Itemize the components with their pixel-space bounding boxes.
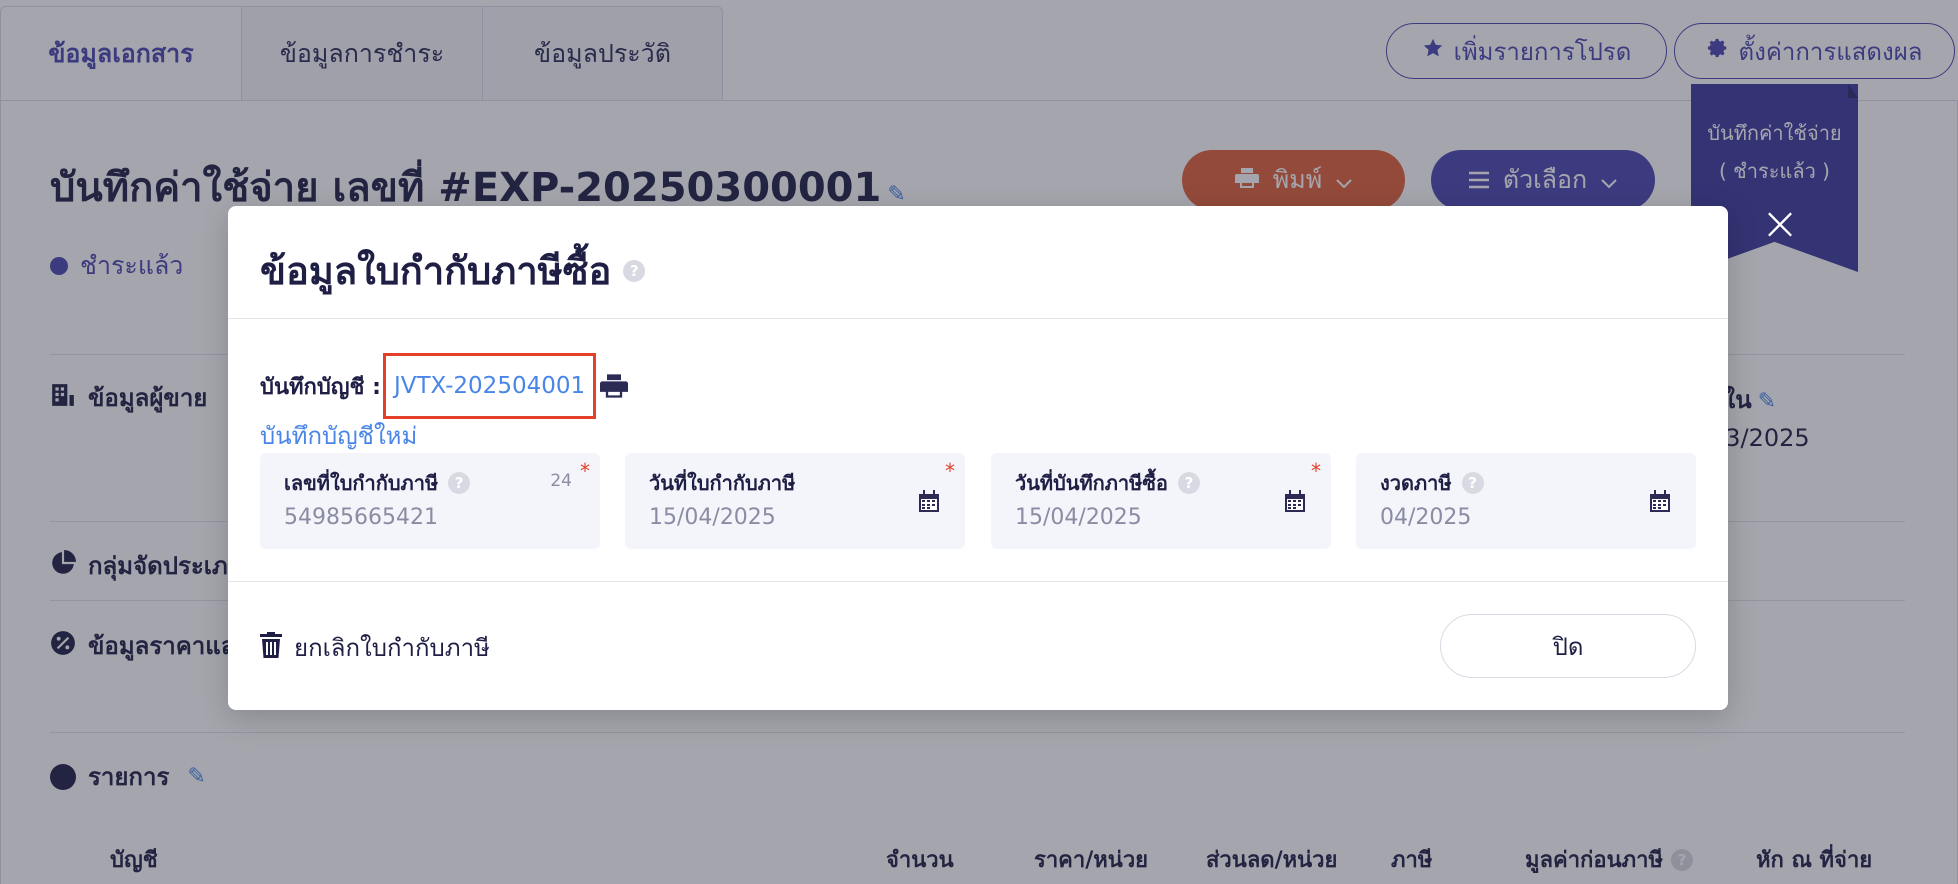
- cancel-tax-invoice-button[interactable]: ยกเลิกใบกำกับภาษี: [260, 628, 490, 667]
- modal-title: ข้อมูลใบกำกับภาษีซื้อ ?: [260, 240, 646, 301]
- help-icon[interactable]: ?: [448, 472, 471, 494]
- tax-invoice-number-value[interactable]: 54985665421: [284, 505, 438, 530]
- new-accounting-record-link[interactable]: บันทึกบัญชีใหม่: [260, 416, 417, 455]
- help-icon[interactable]: ?: [1177, 472, 1200, 494]
- calendar-icon[interactable]: [1650, 490, 1670, 516]
- divider: [228, 581, 1728, 582]
- calendar-icon[interactable]: [919, 490, 939, 516]
- tax-invoice-date-value[interactable]: 15/04/2025: [649, 505, 776, 530]
- tax-invoice-date-label-text: วันที่ใบกำกับภาษี: [649, 471, 796, 495]
- close-icon[interactable]: ×: [1760, 200, 1800, 246]
- divider: [228, 318, 1728, 319]
- tax-period-label-text: งวดภาษี: [1380, 471, 1452, 495]
- printer-icon[interactable]: [600, 373, 629, 399]
- accounting-record-row: บันทึกบัญชี : JVTX-202504001: [260, 352, 629, 420]
- tax-invoice-date-field[interactable]: วันที่ใบกำกับภาษี * 15/04/2025: [625, 453, 965, 549]
- purchase-tax-record-date-field[interactable]: วันที่บันทึกภาษีซื้อ ? * 15/04/2025: [991, 453, 1331, 549]
- purchase-tax-record-date-label: วันที่บันทึกภาษีซื้อ ?: [1015, 467, 1200, 499]
- trash-icon: [260, 631, 282, 664]
- tax-invoice-number-field[interactable]: เลขที่ใบกำกับภาษี ? 24 * 54985665421: [260, 453, 600, 549]
- tax-period-label: งวดภาษี ?: [1380, 467, 1484, 499]
- accounting-record-label: บันทึกบัญชี :: [260, 374, 381, 400]
- calendar-icon[interactable]: [1285, 490, 1305, 516]
- modal-title-text: ข้อมูลใบกำกับภาษีซื้อ: [260, 249, 612, 293]
- tax-period-field[interactable]: งวดภาษี ? 04/2025: [1356, 453, 1696, 549]
- required-marker: *: [945, 459, 955, 483]
- close-button[interactable]: ปิด: [1440, 614, 1696, 678]
- tax-invoice-modal: ข้อมูลใบกำกับภาษีซื้อ ? บันทึกบัญชี : JV…: [228, 206, 1728, 710]
- help-icon[interactable]: ?: [623, 259, 646, 282]
- accounting-record-link[interactable]: JVTX-202504001: [382, 353, 597, 419]
- required-marker: *: [580, 459, 590, 483]
- character-counter: 24: [550, 471, 572, 491]
- tax-invoice-date-label: วันที่ใบกำกับภาษี: [649, 467, 795, 499]
- purchase-tax-record-date-value[interactable]: 15/04/2025: [1015, 505, 1142, 530]
- tax-period-value[interactable]: 04/2025: [1380, 505, 1471, 530]
- required-marker: *: [1311, 459, 1321, 483]
- cancel-tax-invoice-label: ยกเลิกใบกำกับภาษี: [294, 634, 490, 662]
- purchase-tax-record-date-label-text: วันที่บันทึกภาษีซื้อ: [1015, 471, 1168, 495]
- tax-invoice-number-label-text: เลขที่ใบกำกับภาษี: [284, 471, 439, 495]
- tax-invoice-number-label: เลขที่ใบกำกับภาษี ?: [284, 467, 471, 499]
- help-icon[interactable]: ?: [1461, 472, 1484, 494]
